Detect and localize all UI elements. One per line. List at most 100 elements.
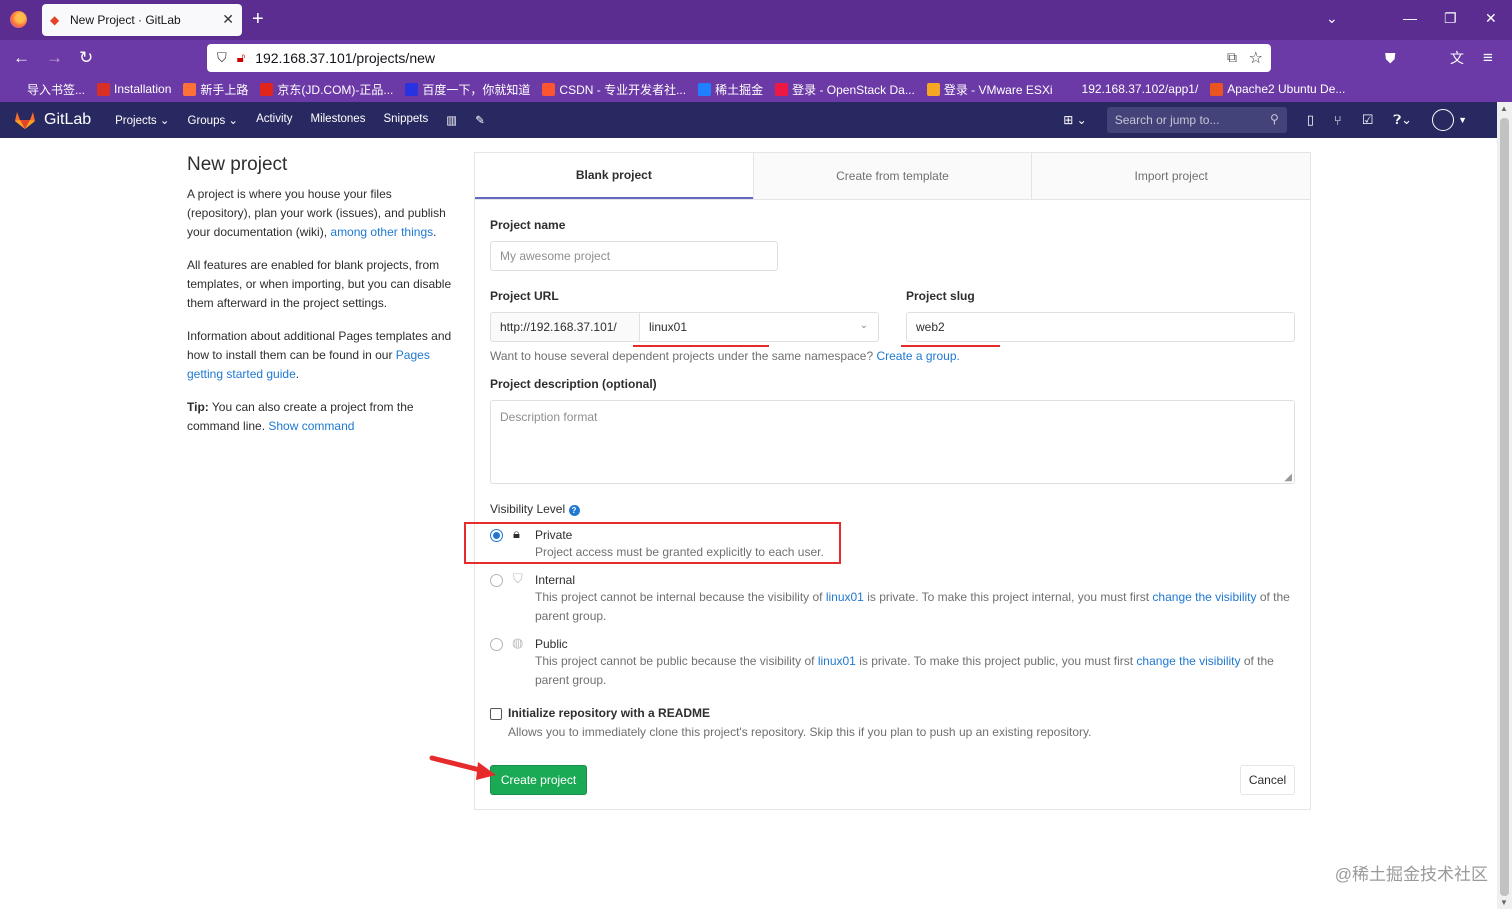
bookmark-item[interactable]: 百度一下，你就知道 — [405, 81, 530, 98]
among-other-things-link[interactable]: among other things — [330, 225, 433, 239]
new-project-card: Blank project Create from template Impor… — [464, 152, 1311, 810]
reload-icon[interactable]: ↻ — [79, 48, 93, 68]
new-tab-icon[interactable]: + — [252, 8, 264, 30]
browser-tab[interactable]: ◆ New Project · GitLab ✕ — [42, 4, 242, 36]
page-scrollbar[interactable]: ▲ ▼ — [1497, 102, 1512, 909]
firefox-icon[interactable] — [10, 11, 27, 28]
intro-paragraph: A project is where you house your files … — [187, 185, 452, 242]
bookmark-item[interactable]: Apache2 Ubuntu De... — [1210, 82, 1345, 96]
gitlab-main-menu: Projects ⌄ Groups ⌄ Activity Milestones … — [115, 113, 485, 127]
menu-snippets[interactable]: Snippets — [383, 113, 428, 127]
menu-icon[interactable]: ≡ — [1483, 48, 1493, 68]
gitlab-favicon-icon: ◆ — [50, 13, 60, 27]
insecure-lock-icon[interactable]: 🔓︎ — [237, 50, 245, 66]
close-tab-icon[interactable]: ✕ — [222, 11, 234, 28]
description-textarea[interactable]: Description format ◢ — [490, 400, 1295, 484]
visibility-public-desc: This project cannot be public because th… — [535, 652, 1295, 690]
namespace-select[interactable]: linux01 ⌄ — [639, 312, 879, 342]
bookmark-item[interactable]: 京东(JD.COM)-正品... — [260, 81, 393, 98]
create-project-button[interactable]: Create project — [490, 765, 587, 795]
scroll-down-icon[interactable]: ▼ — [1500, 898, 1508, 907]
bookmark-star-icon[interactable]: ☆ — [1249, 48, 1263, 68]
project-tabs: Blank project Create from template Impor… — [475, 153, 1311, 200]
close-window-icon[interactable]: ✕ — [1485, 10, 1497, 27]
create-group-link[interactable]: Create a group. — [876, 349, 959, 363]
restore-icon[interactable]: ❐ — [1444, 10, 1457, 27]
bookmark-favicon-icon — [542, 82, 556, 96]
bookmark-favicon-icon — [183, 82, 197, 96]
bookmark-item[interactable]: 192.168.37.102/app1/ — [1064, 82, 1198, 96]
public-desc-b: is private. To make this project public,… — [855, 654, 1137, 668]
globe-icon: ◍ — [512, 635, 524, 650]
pages-paragraph: Information about additional Pages templ… — [187, 327, 452, 384]
tracking-shield-icon[interactable]: ⛉ — [217, 50, 227, 66]
minimize-icon[interactable]: — — [1403, 10, 1417, 26]
visibility-public-radio[interactable] — [490, 638, 503, 651]
project-name-input[interactable]: My awesome project — [490, 241, 778, 271]
back-icon[interactable]: ← — [13, 48, 30, 68]
tab-import-project[interactable]: Import project — [1031, 153, 1311, 199]
chart-icon[interactable]: ▥ — [446, 113, 457, 127]
avatar[interactable] — [1432, 109, 1455, 131]
lock-icon: 🔒︎ — [513, 526, 520, 541]
description-label: Project description (optional) — [490, 377, 657, 391]
readme-label[interactable]: Initialize repository with a README — [508, 706, 710, 720]
url-text[interactable]: 192.168.37.101/projects/new — [255, 50, 435, 66]
show-command-link[interactable]: Show command — [268, 419, 354, 433]
visibility-label: Visibility Level ? — [490, 502, 580, 516]
sidebar-toggle-icon[interactable]: ▯ — [1307, 112, 1314, 128]
pages-end: . — [295, 367, 300, 381]
watermark: @稀土掘金技术社区 — [1334, 865, 1488, 884]
forward-icon[interactable]: → — [46, 48, 63, 68]
menu-groups[interactable]: Groups ⌄ — [188, 113, 239, 127]
tip-label: Tip: — [187, 400, 209, 414]
todos-icon[interactable]: ☑ — [1362, 112, 1374, 128]
resize-handle-icon[interactable]: ◢ — [1284, 472, 1292, 483]
bookmark-item[interactable]: 稀土掘金 — [698, 81, 763, 98]
cancel-button[interactable]: Cancel — [1240, 765, 1295, 795]
tip-paragraph: Tip: You can also create a project from … — [187, 398, 452, 436]
linux01-link[interactable]: linux01 — [818, 654, 856, 668]
wrench-icon[interactable]: ✎ — [475, 113, 485, 127]
bookmark-item[interactable]: 新手上路 — [183, 81, 248, 98]
project-slug-input[interactable]: web2 — [906, 312, 1295, 342]
chevron-down-icon[interactable]: ▼ — [1458, 115, 1467, 125]
help-icon[interactable]: ❓︎⌄ — [1393, 112, 1412, 128]
tab-list-icon[interactable]: ⌄ — [1326, 10, 1338, 27]
search-input[interactable]: Search or jump to... ⚲ — [1106, 107, 1287, 133]
change-visibility-link[interactable]: change the visibility — [1152, 590, 1256, 604]
bookmark-item[interactable]: 登录 - OpenStack Da... — [775, 81, 915, 98]
visibility-internal-radio[interactable] — [490, 574, 503, 587]
bookmark-item[interactable]: CSDN - 专业开发者社... — [542, 81, 686, 98]
pocket-icon[interactable]: ⛊ — [1385, 48, 1396, 68]
project-url-label: Project URL — [490, 289, 559, 303]
gitlab-logo[interactable]: GitLab — [14, 110, 91, 130]
visibility-private-title: Private — [535, 528, 573, 542]
translate-icon[interactable]: ⧉ — [1227, 49, 1237, 66]
bookmark-item[interactable]: 登录 - VMware ESXi — [926, 81, 1053, 98]
visibility-internal-desc: This project cannot be internal because … — [535, 588, 1295, 626]
change-visibility-link[interactable]: change the visibility — [1136, 654, 1240, 668]
project-slug-label: Project slug — [906, 289, 975, 303]
translate-extension-icon[interactable]: 文 — [1450, 48, 1464, 68]
visibility-private-desc: Project access must be granted explicitl… — [535, 545, 824, 559]
tab-blank-project[interactable]: Blank project — [475, 153, 753, 199]
linux01-link[interactable]: linux01 — [826, 590, 864, 604]
merge-requests-icon[interactable]: ⑂ — [1334, 113, 1342, 128]
scrollbar-thumb[interactable] — [1500, 118, 1509, 896]
menu-milestones[interactable]: Milestones — [310, 113, 365, 127]
menu-activity[interactable]: Activity — [256, 113, 292, 127]
scroll-up-icon[interactable]: ▲ — [1500, 104, 1508, 113]
bookmark-item[interactable]: 导入书签... — [10, 81, 85, 98]
tab-create-from-template[interactable]: Create from template — [752, 153, 1032, 199]
new-item-dropdown-icon[interactable]: ⊞ ⌄ — [1063, 113, 1086, 127]
readme-desc: Allows you to immediately clone this pro… — [508, 725, 1092, 739]
question-icon[interactable]: ? — [568, 505, 580, 516]
visibility-private-radio[interactable] — [490, 529, 503, 542]
page-title: New project — [187, 154, 288, 175]
bookmark-item[interactable]: Installation — [97, 82, 171, 96]
address-bar[interactable]: ⛉ 🔓︎ 192.168.37.101/projects/new ⧉ ☆ — [207, 44, 1271, 72]
readme-checkbox[interactable] — [490, 708, 502, 720]
menu-projects[interactable]: Projects ⌄ — [115, 113, 169, 127]
bookmark-label: 百度一下，你就知道 — [422, 82, 531, 97]
